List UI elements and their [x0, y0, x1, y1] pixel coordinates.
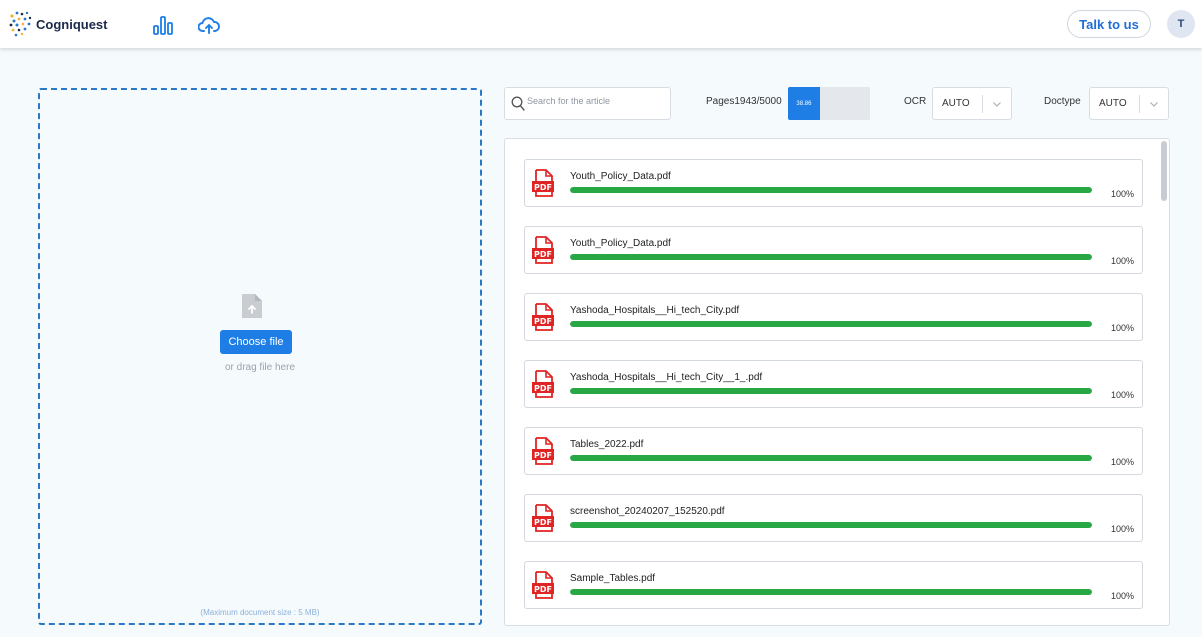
ocr-select[interactable]: AUTO [932, 87, 1012, 120]
pages-usage-fill: 38.86 [788, 87, 820, 120]
upload-progress-bar [570, 522, 1092, 528]
search-icon [511, 96, 525, 111]
search-input[interactable] [527, 96, 667, 106]
file-name: Youth_Policy_Data.pdf [570, 171, 671, 182]
chevron-down-icon [993, 102, 1001, 107]
search-box[interactable] [504, 87, 671, 120]
file-name: screenshot_20240207_152520.pdf [570, 506, 725, 517]
upload-progress-text: 100% [1111, 524, 1135, 534]
file-list-item[interactable]: PDF Sample_Tables.pdf 100% [524, 561, 1143, 609]
upload-progress-text: 100% [1111, 323, 1135, 333]
upload-progress-text: 100% [1111, 591, 1135, 601]
upload-progress-fill [570, 522, 1092, 528]
file-name: Yashoda_Hospitals__Hi_tech_City__1_.pdf [570, 372, 763, 383]
choose-file-button[interactable]: Choose file [220, 330, 292, 354]
max-size-note: (Maximum document size : 5 MB) [200, 608, 320, 617]
pdf-file-icon: PDF [532, 303, 554, 331]
select-divider [1139, 95, 1140, 113]
svg-text:PDF: PDF [534, 250, 552, 259]
svg-text:PDF: PDF [534, 518, 552, 527]
upload-progress-bar [570, 254, 1092, 260]
file-list-scrollbar[interactable] [1161, 141, 1167, 201]
user-avatar[interactable]: T [1167, 10, 1195, 38]
upload-progress-fill [570, 388, 1092, 394]
pdf-file-icon: PDF [532, 169, 554, 197]
ocr-select-value: AUTO [942, 98, 970, 109]
file-list-item[interactable]: PDF Youth_Policy_Data.pdf 100% [524, 159, 1143, 207]
talk-to-us-button[interactable]: Talk to us [1067, 10, 1151, 38]
pdf-file-icon: PDF [532, 437, 554, 465]
pdf-file-icon: PDF [532, 370, 554, 398]
upload-progress-bar [570, 589, 1092, 595]
svg-text:PDF: PDF [534, 183, 552, 192]
brand-logo[interactable]: Cogniquest [8, 10, 108, 38]
upload-progress-text: 100% [1111, 189, 1135, 199]
drag-file-hint: or drag file here [224, 362, 296, 373]
file-name: Youth_Policy_Data.pdf [570, 238, 671, 249]
pdf-file-icon: PDF [532, 236, 554, 264]
file-name: Sample_Tables.pdf [570, 573, 656, 584]
upload-progress-fill [570, 455, 1092, 461]
upload-progress-fill [570, 254, 1092, 260]
upload-progress-bar [570, 187, 1092, 193]
pdf-file-icon: PDF [532, 504, 554, 532]
file-list-item[interactable]: PDF Yashoda_Hospitals__Hi_tech_City__1_.… [524, 360, 1143, 408]
brand-name: Cogniquest [36, 16, 108, 32]
svg-text:PDF: PDF [534, 451, 552, 460]
select-divider [982, 95, 983, 113]
file-list-item[interactable]: PDF screenshot_20240207_152520.pdf 100% [524, 494, 1143, 542]
upload-progress-text: 100% [1111, 457, 1135, 467]
svg-text:PDF: PDF [534, 317, 552, 326]
pages-usage-label: Pages1943/5000 [706, 96, 782, 107]
cogniquest-logo-icon [9, 11, 32, 37]
pdf-file-icon: PDF [532, 571, 554, 599]
file-list-item[interactable]: PDF Youth_Policy_Data.pdf 100% [524, 226, 1143, 274]
upload-progress-bar [570, 388, 1092, 394]
doctype-select-value: AUTO [1099, 98, 1127, 109]
file-list-item[interactable]: PDF Tables_2022.pdf 100% [524, 427, 1143, 475]
doctype-select[interactable]: AUTO [1089, 87, 1169, 120]
bar-chart-icon[interactable] [152, 14, 174, 36]
file-list-item[interactable]: PDF Yashoda_Hospitals__Hi_tech_City.pdf … [524, 293, 1143, 341]
upload-progress-bar [570, 321, 1092, 327]
file-name: Tables_2022.pdf [570, 439, 644, 450]
chevron-down-icon [1150, 102, 1158, 107]
cloud-upload-icon[interactable] [198, 14, 220, 36]
file-dropzone[interactable]: Choose file or drag file here (Maximum d… [38, 88, 482, 625]
svg-text:PDF: PDF [534, 384, 552, 393]
upload-progress-fill [570, 321, 1092, 327]
uploaded-file-list[interactable]: PDF Youth_Policy_Data.pdf 100% PDF Youth… [504, 138, 1170, 626]
file-name: Yashoda_Hospitals__Hi_tech_City.pdf [570, 305, 740, 316]
top-header: Cogniquest Talk to us T [0, 0, 1202, 48]
ocr-label: OCR [904, 96, 927, 107]
upload-progress-text: 100% [1111, 390, 1135, 400]
upload-progress-text: 100% [1111, 256, 1135, 266]
upload-progress-bar [570, 455, 1092, 461]
pages-usage-bar: 38.86 [788, 87, 870, 120]
file-upload-icon [242, 294, 262, 318]
upload-progress-fill [570, 187, 1092, 193]
svg-text:PDF: PDF [534, 585, 552, 594]
doctype-label: Doctype [1044, 96, 1081, 107]
upload-progress-fill [570, 589, 1092, 595]
